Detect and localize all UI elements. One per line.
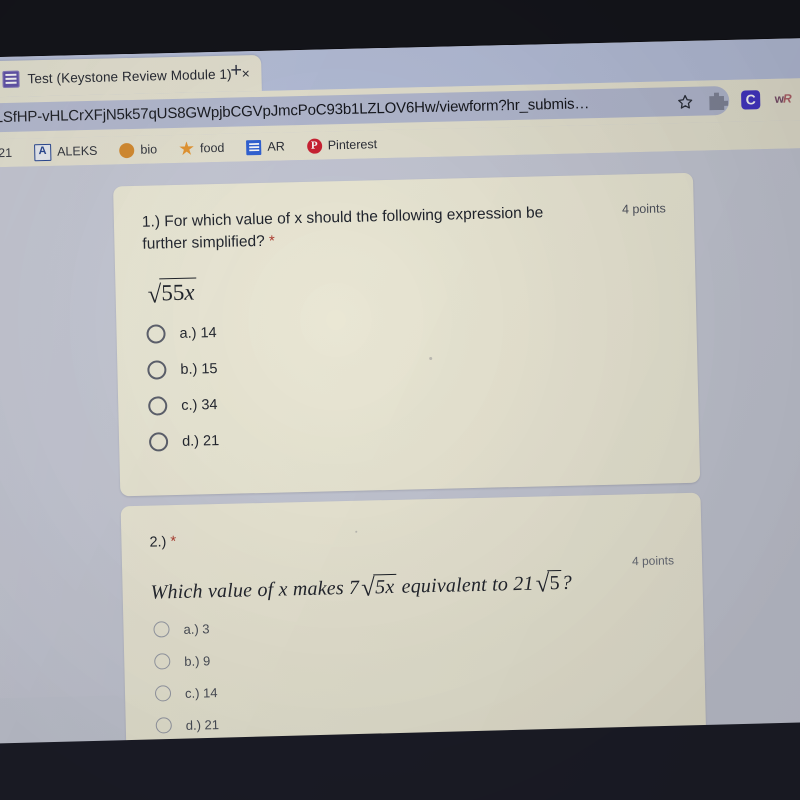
bookmark-pinterest[interactable]: P Pinterest [295, 130, 388, 160]
bookmark-center-21[interactable]: enter 21 [0, 139, 23, 168]
dust-speck [429, 356, 433, 361]
option-c[interactable]: c.) 14 [154, 669, 677, 706]
url-text: e.com/forms/d/e/1FAIpQLSfHP-vHLCrXFjN5k5… [0, 95, 590, 130]
radio-icon[interactable] [154, 685, 172, 703]
c-extension-icon[interactable]: C [740, 90, 761, 110]
points-label: 4 points [621, 201, 666, 217]
points-label: 4 points [631, 553, 675, 569]
option-b[interactable]: b.) 9 [154, 637, 676, 674]
orange-dot-icon [119, 142, 135, 158]
bookmark-aleks[interactable]: A ALEKS [23, 137, 109, 167]
option-a[interactable]: a.) 3 [153, 605, 675, 642]
required-marker: * [170, 532, 177, 551]
option-b[interactable]: b.) 15 [147, 345, 669, 383]
radicand-variable: x [184, 279, 195, 305]
document-icon [246, 139, 262, 155]
required-marker: * [268, 233, 276, 251]
close-icon[interactable]: × [241, 65, 250, 81]
radicand-number: 55 [161, 279, 185, 306]
star-icon[interactable] [676, 93, 694, 111]
bookmark-food[interactable]: food [168, 134, 236, 164]
browser-window: Test (Keystone Review Module 1) × + e.co… [0, 37, 800, 770]
question-header: 2.) * [149, 519, 673, 553]
dust-speck [355, 530, 358, 533]
option-label: b.) 9 [184, 653, 211, 669]
options-list: a.) 14 b.) 15 c.) 34 d.) 21 [144, 309, 671, 455]
new-tab-button[interactable]: + [230, 59, 242, 81]
question-text: 1.) For which value of x should the foll… [141, 204, 544, 254]
option-label: b.) 15 [180, 360, 218, 378]
option-a[interactable]: a.) 14 [146, 309, 668, 347]
option-label: d.) 21 [181, 432, 220, 450]
question-title: 1.) For which value of x should the foll… [142, 202, 573, 257]
radio-icon[interactable] [153, 621, 170, 639]
extensions-puzzle-icon[interactable] [709, 91, 728, 110]
pinterest-icon: P [306, 138, 322, 154]
option-label: d.) 21 [185, 717, 220, 733]
option-label: a.) 14 [179, 324, 217, 342]
math-expression: √55x [145, 277, 197, 309]
radicand-1: 5x [372, 573, 397, 600]
radio-icon[interactable] [148, 396, 168, 417]
expression-lead: Which value of x makes 7 [150, 576, 360, 604]
option-label: c.) 14 [184, 685, 218, 701]
option-c[interactable]: c.) 34 [148, 381, 670, 419]
bookmark-label: enter 21 [0, 145, 13, 161]
wr-extension-icon[interactable]: wR [773, 89, 792, 108]
radio-icon[interactable] [155, 717, 172, 735]
radicand-2: 5 [547, 569, 563, 596]
radio-icon[interactable] [146, 324, 166, 345]
question-card-1: 1.) For which value of x should the foll… [113, 172, 701, 497]
aleks-icon: A [33, 143, 52, 161]
question-title: 2.) * [149, 531, 176, 554]
bookmark-bio[interactable]: bio [108, 135, 168, 164]
extension-icons: C wR [709, 89, 792, 110]
options-list: a.) 3 b.) 9 c.) 14 d.) 21 [151, 605, 678, 738]
bookmark-label: food [199, 140, 225, 156]
bookmark-label: bio [140, 142, 158, 157]
radio-icon[interactable] [147, 360, 167, 381]
bookmark-label: Pinterest [327, 137, 378, 153]
radio-icon[interactable] [154, 653, 171, 671]
expression-middle: equivalent to 21 [401, 572, 534, 598]
form-column: 1.) For which value of x should the foll… [113, 172, 707, 770]
option-label: c.) 34 [181, 396, 218, 414]
bookmark-label: ALEKS [56, 143, 98, 159]
bookmark-ar[interactable]: AR [235, 132, 296, 161]
form-page: 1.) For which value of x should the foll… [0, 147, 800, 770]
google-forms-favicon-icon [2, 70, 20, 88]
bookmark-label: AR [267, 139, 285, 154]
expression-tail: ? [561, 571, 573, 594]
math-expression: Which value of x makes 7√5x equivalent t… [150, 567, 674, 605]
question-header: 1.) For which value of x should the foll… [142, 199, 667, 256]
photo-of-screen: Test (Keystone Review Module 1) × + e.co… [0, 0, 800, 800]
option-label: a.) 3 [183, 621, 210, 637]
radio-icon[interactable] [148, 432, 169, 453]
star-icon [179, 141, 194, 156]
question-text: 2.) [149, 534, 167, 551]
option-d[interactable]: d.) 21 [148, 417, 671, 455]
tab-title: Test (Keystone Review Module 1) [27, 66, 232, 86]
